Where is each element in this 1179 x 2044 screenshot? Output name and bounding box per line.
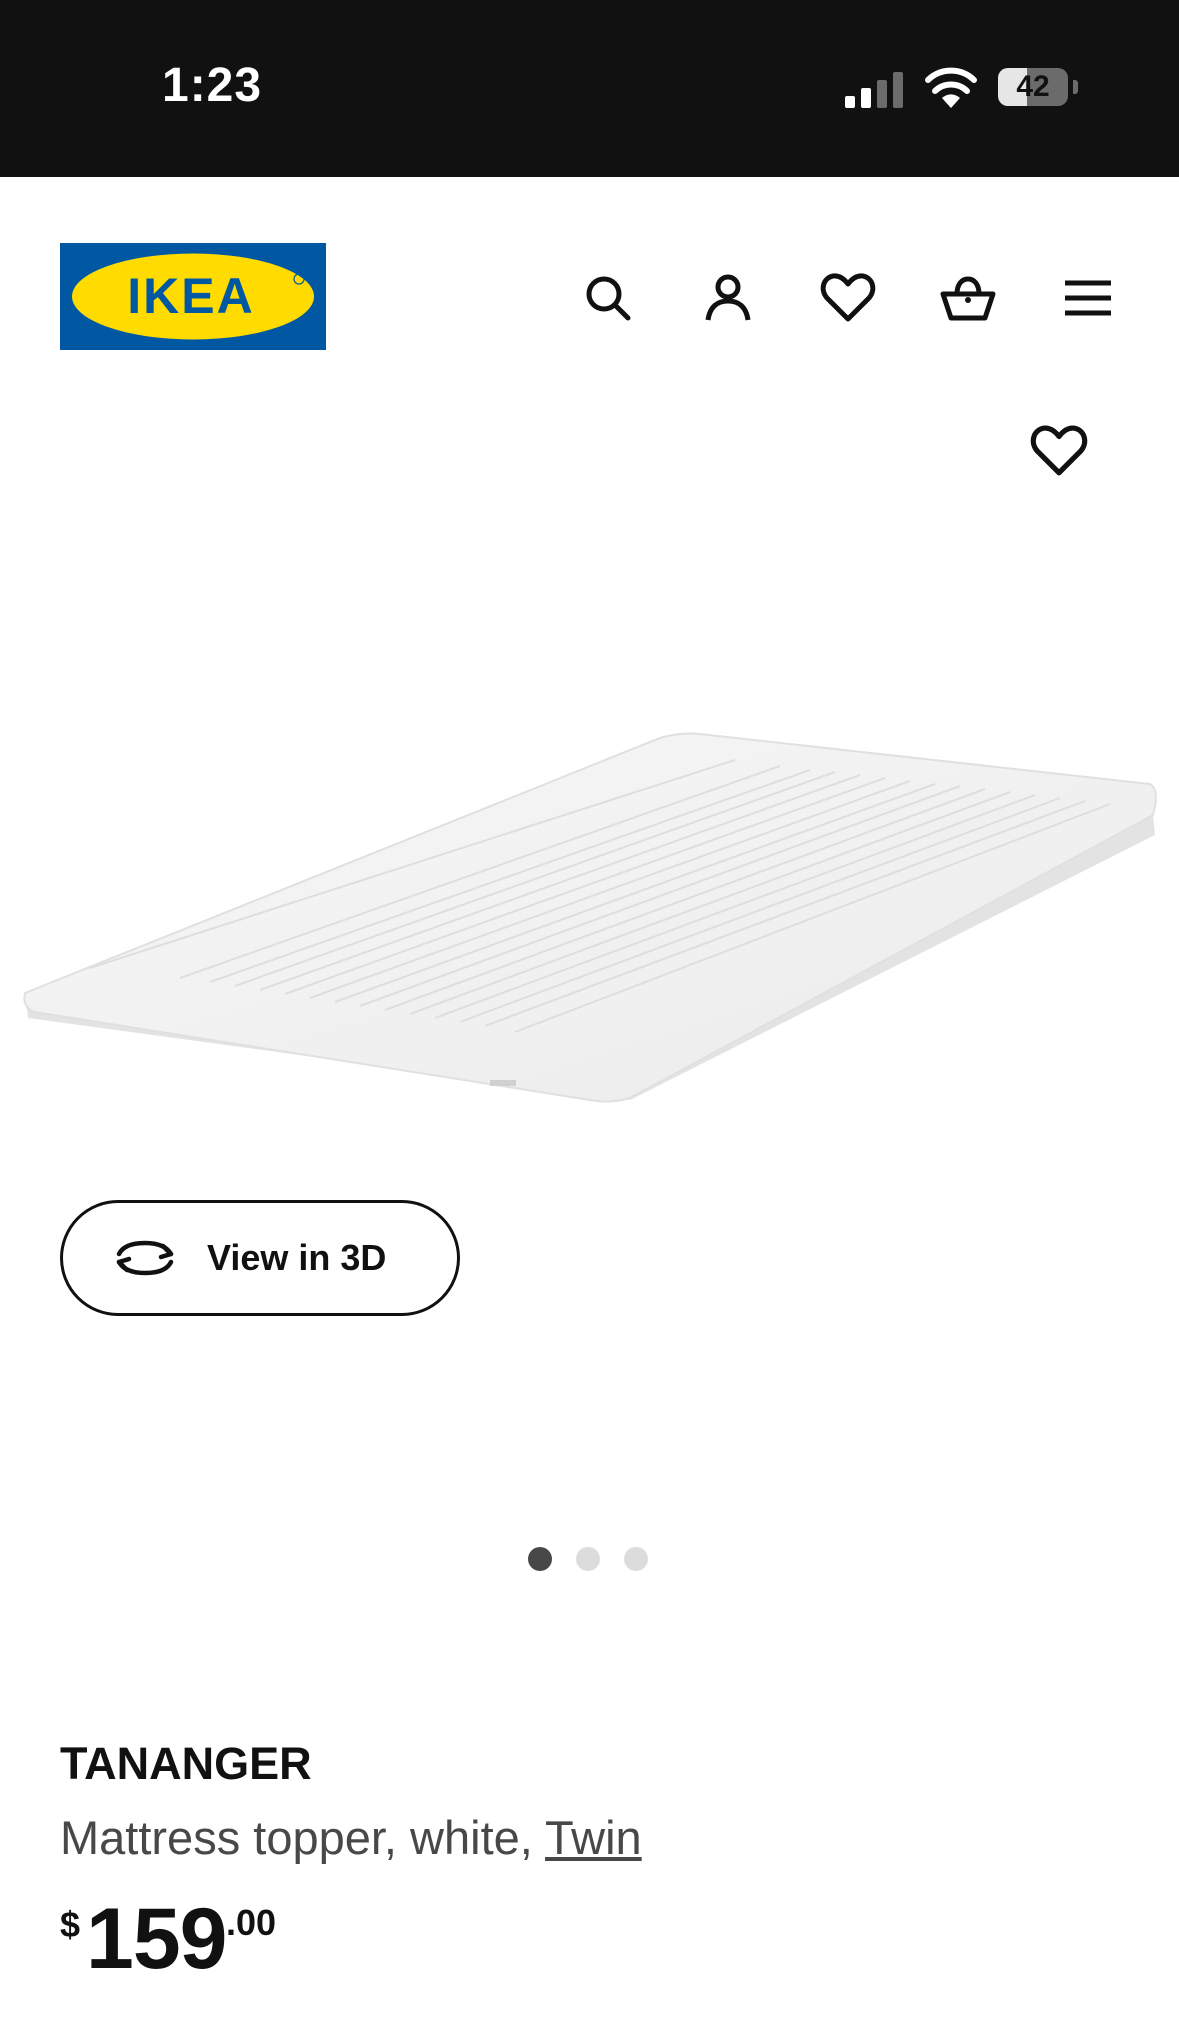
product-description: Mattress topper, white, Twin [60,1810,642,1865]
battery-level: 42 [1016,70,1050,103]
menu-icon[interactable] [1060,270,1116,326]
account-icon[interactable] [700,270,756,326]
price-currency: $ [60,1904,81,1945]
battery-cap [1073,80,1078,94]
save-favorite-icon[interactable] [1030,422,1088,480]
product-name: TANANGER [60,1738,312,1789]
view-in-3d-button[interactable]: View in 3D [60,1200,460,1316]
logo-text: IKEA [127,268,254,324]
wifi-icon [925,67,977,108]
carousel-dot[interactable] [528,1547,552,1571]
product-description-text: Mattress topper, white, [60,1811,546,1864]
status-time: 1:23 [162,59,263,112]
price-integer: 159 [86,1891,227,1987]
price-decimal: .00 [226,1902,277,1943]
view-in-3d-label: View in 3D [207,1237,387,1278]
product-image[interactable] [20,720,1160,1120]
ikea-logo[interactable]: IKEA [60,243,326,350]
rotate-3d-icon [116,1240,174,1276]
status-bar: 1:23 42 [0,0,1179,177]
heart-icon[interactable] [820,270,876,326]
battery-icon: 42 [998,68,1068,106]
size-link[interactable]: Twin [545,1811,642,1864]
basket-icon[interactable] [940,270,996,326]
carousel-dot[interactable] [576,1547,600,1571]
signal-icon [845,72,903,108]
carousel-indicator[interactable] [528,1547,648,1571]
search-icon[interactable] [580,270,636,326]
carousel-dot[interactable] [624,1547,648,1571]
